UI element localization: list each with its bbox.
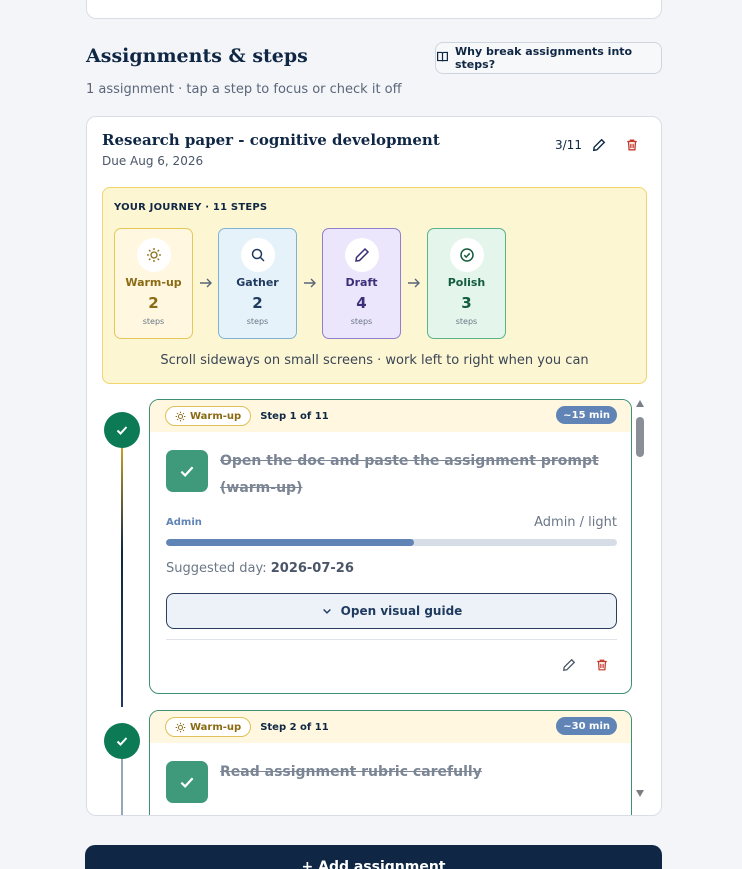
why-steps-button[interactable]: Why break assignments into steps? — [435, 42, 662, 74]
chevron-down-icon — [322, 609, 331, 614]
phase-name: Draft — [345, 276, 378, 289]
check-circle-icon — [449, 238, 484, 272]
suggested-day-value: 2026-07-26 — [270, 561, 354, 576]
why-steps-label: Why break assignments into steps? — [455, 45, 633, 71]
step-card[interactable]: Warm-up Step 2 of 11 ~30 min Read assign… — [149, 710, 632, 815]
step-header: Warm-up Step 1 of 11 ~15 min — [150, 400, 631, 432]
sun-icon — [175, 411, 186, 421]
step-header: Warm-up Step 2 of 11 ~30 min — [150, 711, 631, 743]
steps-scrollbar[interactable] — [635, 400, 645, 800]
check-icon — [180, 466, 194, 477]
check-icon — [116, 426, 128, 435]
step-checkbox[interactable] — [166, 450, 208, 492]
sun-icon — [136, 238, 171, 272]
previous-card — [86, 0, 662, 19]
divider — [166, 639, 617, 640]
step-checkbox[interactable] — [166, 761, 208, 803]
assignment-card: Research paper - cognitive development D… — [86, 116, 662, 816]
step-progress-bar — [166, 539, 617, 546]
step-number: Step 2 of 11 — [260, 721, 329, 733]
phase-name: Polish — [447, 276, 486, 289]
section-subtitle: 1 assignment · tap a step to focus or ch… — [86, 82, 402, 97]
step-category: Admin — [166, 517, 202, 528]
scroll-down-arrow-icon[interactable] — [636, 790, 644, 797]
edit-step-icon[interactable] — [562, 657, 576, 676]
assignment-due-date: Due Aug 6, 2026 — [102, 154, 204, 168]
step-category-detail: Admin / light — [534, 515, 617, 530]
assignment-progress-count: 3/11 — [555, 138, 582, 152]
phase-count: 4 — [356, 294, 367, 312]
phase-unit: steps — [455, 317, 478, 326]
step-done-marker — [104, 723, 140, 759]
check-icon — [180, 777, 194, 788]
phase-unit: steps — [350, 317, 373, 326]
step-progress-fill — [166, 539, 415, 546]
timeline-line — [121, 447, 123, 707]
journey-panel: YOUR JOURNEY · 11 STEPS Warm-up 2 steps … — [102, 187, 647, 384]
phase-count: 3 — [461, 294, 472, 312]
step-done-marker — [104, 412, 140, 448]
sun-icon — [175, 722, 186, 732]
journey-hint: Scroll sideways on small screens · work … — [160, 353, 589, 368]
open-visual-guide-label: Open visual guide — [340, 604, 463, 618]
phase-unit: steps — [246, 317, 269, 326]
delete-assignment-icon[interactable] — [625, 137, 639, 156]
add-assignment-button[interactable]: + Add assignment — [85, 845, 662, 869]
phase-count: 2 — [252, 294, 263, 312]
edit-assignment-icon[interactable] — [592, 137, 606, 156]
step-title[interactable]: Read assignment rubric carefully — [220, 759, 482, 786]
phase-polish[interactable]: Polish 3 steps — [427, 228, 506, 339]
check-icon — [116, 737, 128, 746]
arrow-right-icon — [198, 275, 214, 291]
pencil-icon — [344, 238, 379, 272]
open-visual-guide-button[interactable]: Open visual guide — [166, 593, 617, 629]
step-phase-badge: Warm-up — [165, 717, 252, 737]
step-number: Step 1 of 11 — [260, 410, 329, 422]
step-card[interactable]: Warm-up Step 1 of 11 ~15 min Open the do… — [149, 399, 632, 694]
suggested-day: Suggested day: 2026-07-26 — [166, 561, 354, 576]
book-icon — [436, 50, 449, 66]
phase-unit: steps — [142, 317, 165, 326]
phase-draft[interactable]: Draft 4 steps — [322, 228, 401, 339]
arrow-right-icon — [406, 275, 422, 291]
step-phase-label: Warm-up — [190, 721, 242, 733]
phase-gather[interactable]: Gather 2 steps — [218, 228, 297, 339]
delete-step-icon[interactable] — [595, 657, 609, 676]
arrow-right-icon — [302, 275, 318, 291]
phase-warm-up[interactable]: Warm-up 2 steps — [114, 228, 193, 339]
step-phase-label: Warm-up — [190, 410, 242, 422]
timeline-line — [121, 757, 123, 815]
step-time-badge: ~30 min — [556, 717, 617, 735]
phase-name: Gather — [236, 276, 279, 289]
section-title: Assignments & steps — [86, 45, 308, 67]
phase-count: 2 — [148, 294, 159, 312]
assignment-title: Research paper - cognitive development — [102, 131, 440, 149]
step-phase-badge: Warm-up — [165, 406, 252, 426]
search-icon — [240, 238, 275, 272]
scrollbar-thumb[interactable] — [636, 417, 644, 457]
scroll-up-arrow-icon[interactable] — [636, 400, 644, 407]
journey-label: YOUR JOURNEY · 11 STEPS — [114, 202, 268, 213]
phase-name: Warm-up — [125, 276, 182, 289]
step-title[interactable]: Open the doc and paste the assignment pr… — [220, 448, 599, 502]
step-time-badge: ~15 min — [556, 406, 617, 424]
